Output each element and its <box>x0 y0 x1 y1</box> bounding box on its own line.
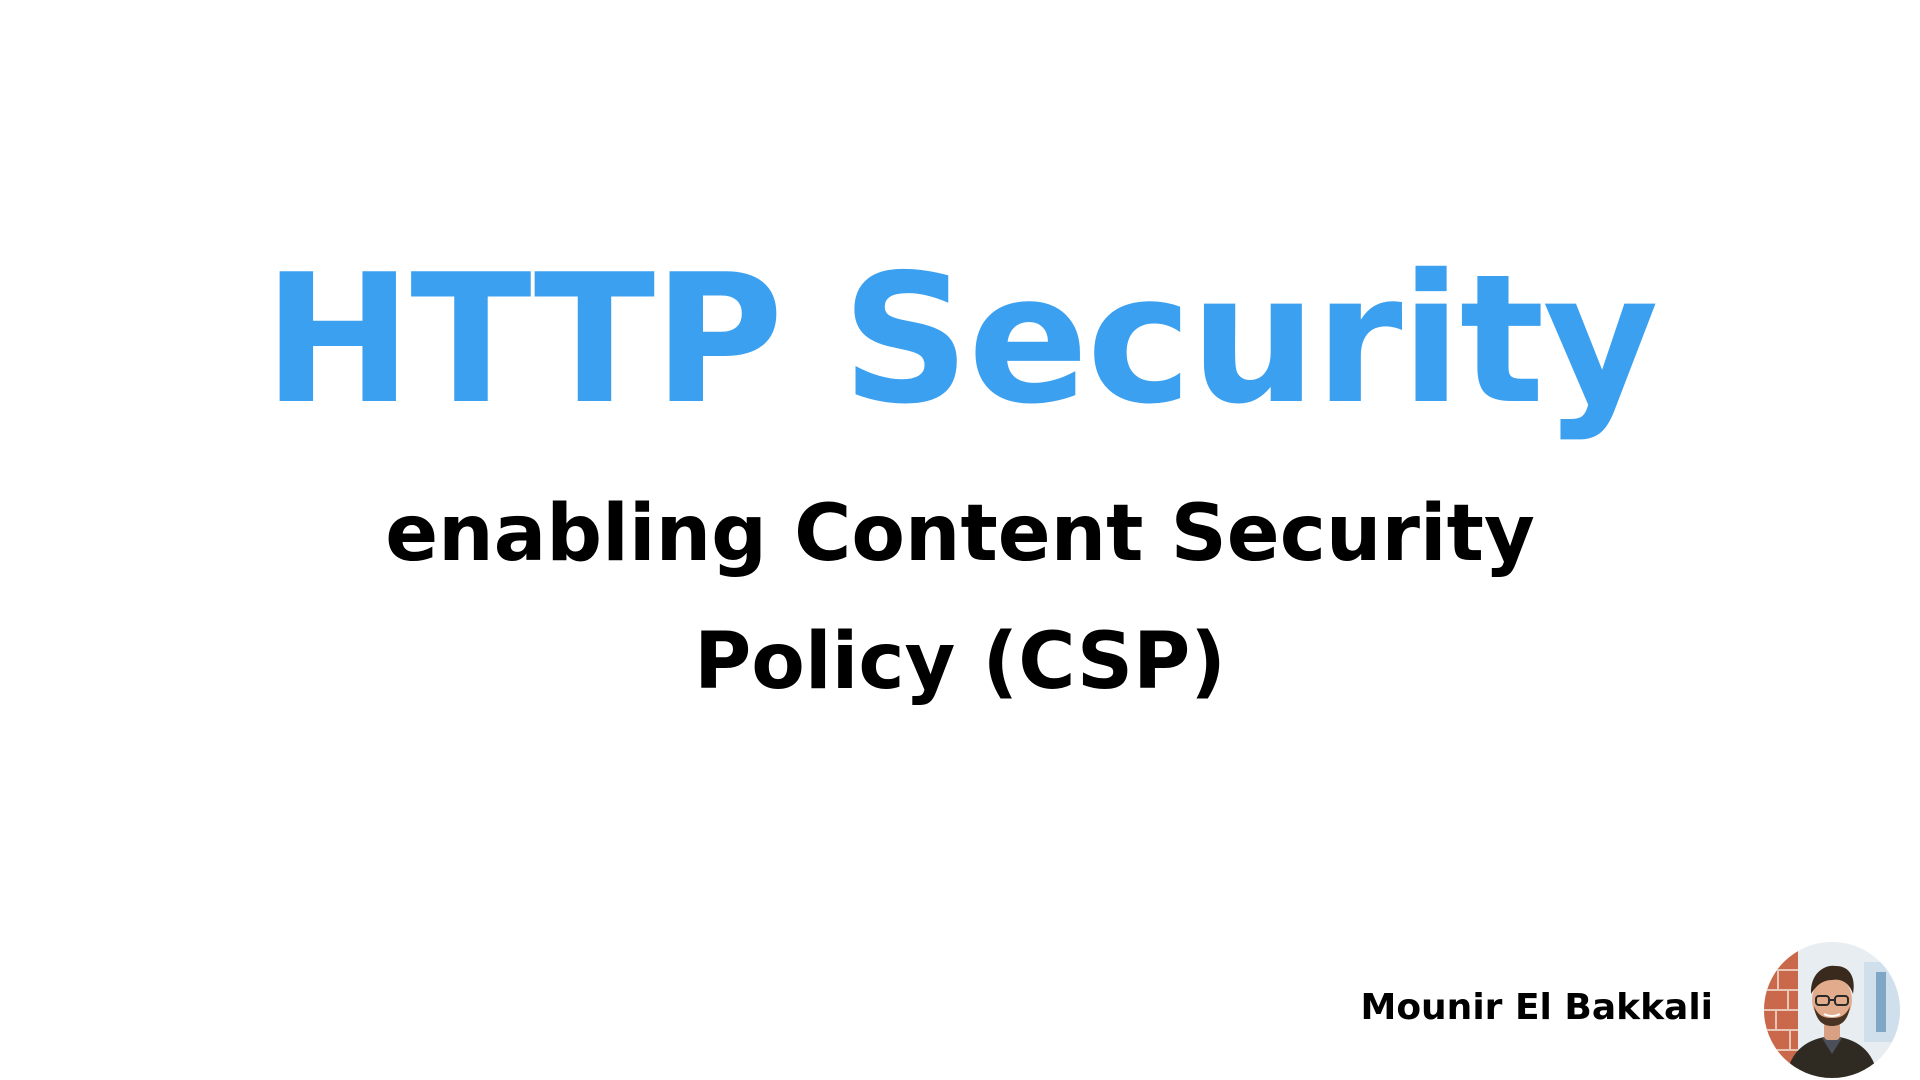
slide-title: HTTP Security <box>263 236 1658 443</box>
author-avatar <box>1764 942 1900 1078</box>
subtitle-line-2: Policy (CSP) <box>694 617 1226 707</box>
slide-subtitle: enabling Content Security Policy (CSP) <box>360 470 1560 726</box>
subtitle-line-1: enabling Content Security <box>385 489 1535 579</box>
author-name: Mounir El Bakkali <box>1360 987 1714 1028</box>
author-portrait-icon <box>1764 942 1900 1078</box>
slide: HTTP Security enabling Content Security … <box>0 0 1920 1080</box>
